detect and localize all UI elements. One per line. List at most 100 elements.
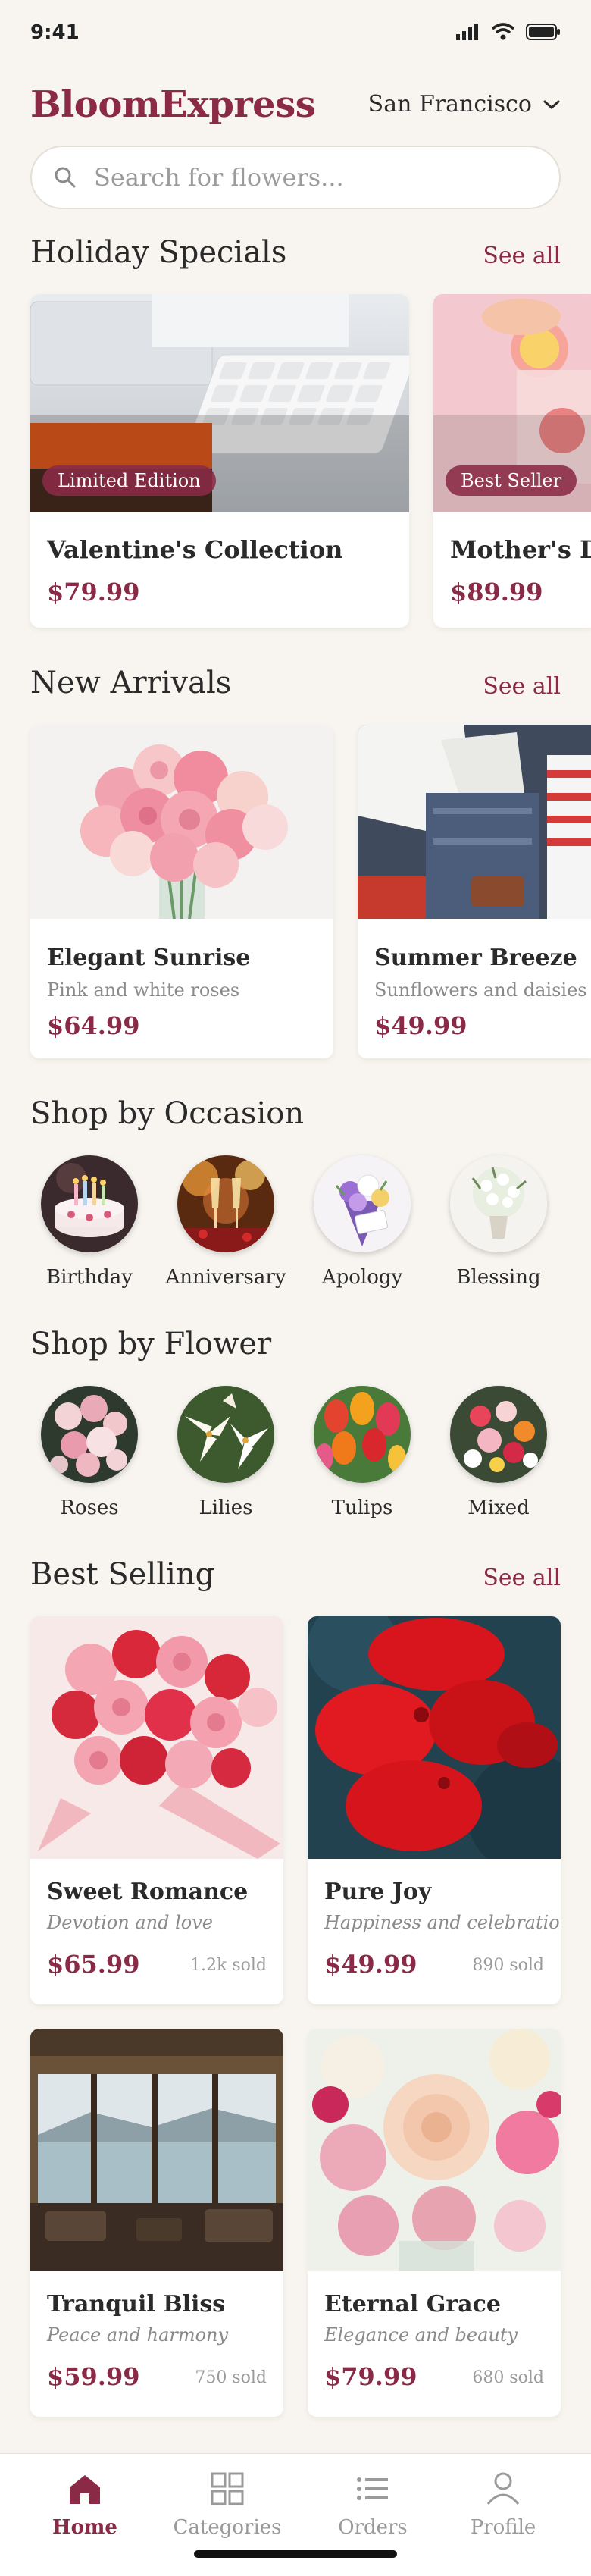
best-card-pure-joy[interactable]: Pure Joy Happiness and celebration $49.9… (308, 1616, 561, 2004)
best-card-price: $59.99 (47, 2362, 140, 2391)
arrival-card-image (30, 725, 333, 919)
best-card-sweet-romance[interactable]: Sweet Romance Devotion and love $65.99 1… (30, 1616, 283, 2004)
best-card-tagline: Peace and harmony (47, 2324, 229, 2346)
holiday-card-mothers-day[interactable]: Best Seller Mother's Day $89.99 (433, 294, 591, 628)
nav-label: Home (52, 2516, 117, 2539)
signal-icon (456, 24, 478, 40)
arrival-card-title: Summer Breeze (374, 945, 577, 971)
best-card-sold: 890 sold (472, 1956, 544, 1975)
nav-profile[interactable]: Profile (442, 2472, 564, 2539)
best-card-image (308, 2029, 561, 2271)
status-time: 9:41 (30, 21, 80, 44)
arrival-card-elegant-sunrise[interactable]: Elegant Sunrise Pink and white roses $64… (30, 725, 333, 1058)
flower-lilies[interactable]: Lilies (158, 1386, 294, 1519)
home-indicator (194, 2550, 397, 2558)
occasion-anniversary[interactable]: Anniversary (158, 1155, 294, 1289)
best-card-tranquil-bliss[interactable]: Tranquil Bliss Peace and harmony $59.99 … (30, 2029, 283, 2417)
holiday-card-image: Limited Edition (30, 294, 409, 512)
occasion-label: Blessing (456, 1266, 541, 1289)
occasion-birthday[interactable]: Birthday (21, 1155, 158, 1289)
holiday-card-valentines[interactable]: Limited Edition Valentine's Collection $… (30, 294, 409, 628)
arrival-card-desc: Pink and white roses (47, 979, 240, 1001)
best-card-title: Sweet Romance (47, 1879, 249, 1905)
best-card-price: $49.99 (324, 1950, 417, 1979)
flower-label: Lilies (199, 1496, 253, 1519)
best-card-tagline: Elegance and beauty (324, 2324, 518, 2346)
champagne-icon (177, 1155, 274, 1252)
home-icon (70, 2475, 100, 2504)
vase-blessing-icon (450, 1155, 547, 1252)
flower-tulips[interactable]: Tulips (294, 1386, 430, 1519)
holiday-see-all-link[interactable]: See all (483, 243, 561, 269)
flower-mixed[interactable]: Mixed (430, 1386, 567, 1519)
status-bar: 9:41 (0, 0, 591, 68)
occasion-label: Apology (321, 1266, 403, 1289)
best-see-all-link[interactable]: See all (483, 1565, 561, 1591)
arrival-card-image (358, 725, 591, 919)
search-placeholder: Search for flowers... (94, 163, 344, 192)
best-card-sold: 1.2k sold (190, 1956, 267, 1975)
chevron-down-icon (543, 100, 560, 109)
flower-roses[interactable]: Roses (21, 1386, 158, 1519)
wifi-icon (491, 23, 515, 40)
roses-icon (41, 1386, 138, 1483)
best-card-price: $65.99 (47, 1950, 140, 1979)
arrival-card-price: $64.99 (47, 1011, 140, 1040)
occasion-blessing[interactable]: Blessing (430, 1155, 567, 1289)
best-card-eternal-grace[interactable]: Eternal Grace Elegance and beauty $79.99… (308, 2029, 561, 2417)
tulips-icon (314, 1386, 411, 1483)
user-icon (486, 2472, 520, 2505)
nav-categories[interactable]: Categories (167, 2472, 288, 2539)
mixed-flowers-icon (450, 1386, 547, 1483)
occasion-apology[interactable]: Apology (294, 1155, 430, 1289)
holiday-card-price: $79.99 (47, 578, 140, 606)
bouquet-apology-icon (314, 1155, 411, 1252)
best-section-title: Best Selling (30, 1557, 215, 1592)
location-selector[interactable]: San Francisco (368, 91, 561, 118)
location-label: San Francisco (367, 91, 532, 118)
best-card-sold: 680 sold (472, 2368, 544, 2387)
search-input[interactable]: Search for flowers... (30, 146, 561, 209)
best-card-image (30, 1616, 283, 1859)
status-icons (456, 23, 561, 41)
best-card-tagline: Happiness and celebration (324, 1912, 561, 1933)
holiday-card-title: Valentine's Collection (47, 535, 343, 564)
search-icon (55, 167, 76, 188)
holiday-card-price: $89.99 (450, 578, 543, 606)
holiday-card-image: Best Seller (433, 294, 591, 512)
occasion-label: Birthday (46, 1266, 133, 1289)
list-icon (357, 2477, 388, 2500)
arrival-card-desc: Sunflowers and daisies (374, 979, 587, 1001)
arrivals-see-all-link[interactable]: See all (483, 673, 561, 700)
best-card-tagline: Devotion and love (47, 1912, 213, 1933)
nav-label: Categories (173, 2516, 282, 2539)
nav-label: Orders (338, 2516, 408, 2539)
arrival-card-price: $49.99 (374, 1011, 467, 1040)
best-card-title: Pure Joy (324, 1879, 432, 1905)
flower-label: Tulips (331, 1496, 393, 1519)
occasion-section-title: Shop by Occasion (30, 1096, 305, 1131)
best-card-image (308, 1616, 561, 1859)
arrival-card-summer-breeze[interactable]: Summer Breeze Sunflowers and daisies $49… (358, 725, 591, 1058)
best-card-title: Eternal Grace (324, 2291, 501, 2317)
nav-label: Profile (470, 2516, 536, 2539)
nav-home[interactable]: Home (24, 2472, 145, 2539)
battery-icon (526, 24, 560, 40)
holiday-badge: Best Seller (446, 465, 577, 496)
flower-label: Mixed (467, 1496, 530, 1519)
grid-icon (211, 2472, 244, 2505)
brand-logo: BloomExpress (30, 83, 316, 126)
best-card-sold: 750 sold (195, 2368, 267, 2387)
best-card-image (30, 2029, 283, 2271)
nav-orders[interactable]: Orders (312, 2472, 433, 2539)
holiday-section-title: Holiday Specials (30, 235, 287, 270)
holiday-card-title: Mother's Day (450, 535, 591, 564)
best-card-title: Tranquil Bliss (47, 2291, 226, 2317)
arrivals-section-title: New Arrivals (30, 666, 232, 700)
birthday-cake-icon (41, 1155, 138, 1252)
header: BloomExpress San Francisco (30, 76, 561, 136)
lilies-icon (177, 1386, 274, 1483)
occasion-label: Anniversary (165, 1266, 286, 1289)
holiday-badge: Limited Edition (42, 465, 216, 496)
flower-label: Roses (60, 1496, 119, 1519)
